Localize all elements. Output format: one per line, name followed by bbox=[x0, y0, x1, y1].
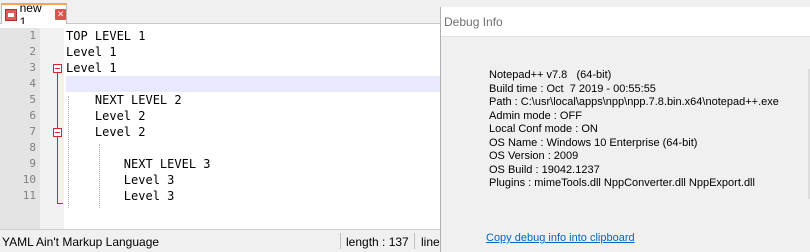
close-icon[interactable]: ✕ bbox=[55, 9, 66, 20]
editor-line: 4 bbox=[0, 76, 440, 92]
line-number: 6 bbox=[29, 109, 36, 122]
info-line: Path : C:\usr\local\apps\npp\npp.7.8.bin… bbox=[489, 96, 779, 108]
editor-line: 5 NEXT LEVEL 2 bbox=[0, 92, 440, 108]
status-separator bbox=[414, 233, 415, 249]
editor-line: 6 Level 2 bbox=[0, 108, 440, 124]
editor-line: 3 Level 1 bbox=[0, 60, 440, 76]
editor-line: 9 NEXT LEVEL 3 bbox=[0, 156, 440, 172]
line-text: Level 3 bbox=[66, 173, 175, 187]
line-number: 3 bbox=[29, 61, 36, 74]
line-text: TOP LEVEL 1 bbox=[66, 29, 146, 43]
info-line: Local Conf mode : ON bbox=[489, 123, 598, 135]
dialog-title: Debug Info bbox=[444, 15, 503, 29]
fold-toggle-icon[interactable] bbox=[53, 64, 62, 73]
info-line: OS Name : Windows 10 Enterprise (64-bit) bbox=[489, 136, 698, 149]
info-line: OS Version : 2009 bbox=[489, 150, 579, 162]
line-number: 10 bbox=[22, 173, 36, 186]
fold-line bbox=[57, 73, 58, 203]
indent-guide bbox=[68, 96, 69, 208]
info-line: OS Build : 19042.1237 bbox=[489, 163, 600, 176]
line-number: 11 bbox=[22, 189, 36, 202]
line-text: Level 3 bbox=[66, 189, 175, 203]
editor-line: 10 Level 3 bbox=[0, 172, 440, 188]
editor-line: 8 bbox=[0, 140, 440, 156]
unsaved-file-icon bbox=[5, 8, 17, 21]
indent-guide bbox=[99, 144, 100, 208]
debug-info-dialog: Debug Info Notepad++ v7.8 (64-bit) Build … bbox=[440, 7, 810, 252]
copy-debug-info-link[interactable]: Copy debug info into clipboard bbox=[486, 232, 635, 244]
line-text: NEXT LEVEL 3 bbox=[66, 157, 211, 171]
line-text: Level 1 bbox=[66, 61, 117, 75]
line-number: 8 bbox=[29, 141, 36, 154]
fold-toggle-icon[interactable] bbox=[53, 128, 62, 137]
editor-line: 1 TOP LEVEL 1 bbox=[0, 28, 440, 44]
editor-line: 2 Level 1 bbox=[0, 44, 440, 60]
line-text: Level 2 bbox=[66, 125, 146, 139]
info-line: Build time : Oct 7 2019 - 00:55:55 bbox=[489, 82, 656, 95]
info-line: Admin mode : OFF bbox=[489, 109, 582, 122]
line-text: Level 2 bbox=[66, 109, 146, 123]
editor[interactable]: 1 TOP LEVEL 1 2 Level 1 3 Level 1 4 5 NE… bbox=[0, 24, 440, 240]
status-separator bbox=[340, 233, 341, 249]
line-number: 7 bbox=[29, 125, 36, 138]
tab-new-1[interactable]: new 1 ✕ bbox=[1, 1, 67, 29]
line-text: Level 1 bbox=[66, 45, 117, 59]
dialog-title-bar[interactable]: Debug Info bbox=[441, 7, 810, 37]
editor-line: 7 Level 2 bbox=[0, 124, 440, 140]
debug-info-text: Notepad++ v7.8 (64-bit) Build time : Oct … bbox=[489, 69, 779, 191]
editor-line: 11 Level 3 bbox=[0, 188, 440, 204]
info-line: Plugins : mimeTools.dll NppConverter.dll… bbox=[489, 177, 755, 189]
line-text: NEXT LEVEL 2 bbox=[66, 93, 182, 107]
info-line: Notepad++ v7.8 (64-bit) bbox=[489, 69, 612, 81]
line-number: 1 bbox=[29, 29, 36, 42]
line-number: 5 bbox=[29, 93, 36, 106]
status-length: length : 137 bbox=[346, 235, 409, 249]
status-language: YAML Ain't Markup Language bbox=[2, 235, 160, 249]
line-number: 9 bbox=[29, 157, 36, 170]
line-number: 2 bbox=[29, 45, 36, 58]
fold-end-marker bbox=[57, 203, 63, 204]
status-line: line bbox=[421, 235, 440, 249]
line-number: 4 bbox=[29, 77, 36, 90]
